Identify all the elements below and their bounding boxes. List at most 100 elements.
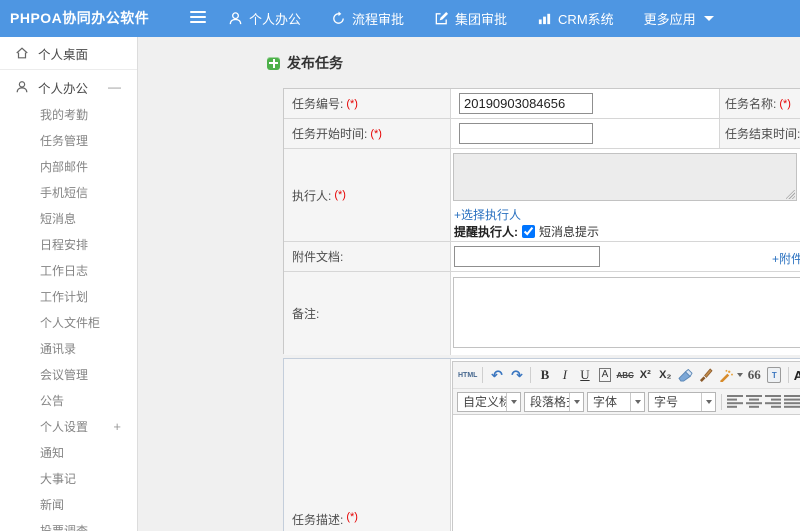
sidebar-item-short-message[interactable]: 短消息 (0, 206, 137, 232)
sidebar-item-file-cabinet[interactable]: 个人文件柜 (0, 310, 137, 336)
sidebar-item-meeting[interactable]: 会议管理 (0, 362, 137, 388)
sidebar-item-mobile-sms[interactable]: 手机短信 (0, 180, 137, 206)
sidebar-item-work-plan[interactable]: 工作计划 (0, 284, 137, 310)
font-style-button[interactable]: A (596, 365, 613, 385)
home-icon (15, 46, 29, 60)
sidebar-item-desktop[interactable]: 个人桌面 (0, 37, 137, 70)
page-title: 发布任务 (287, 55, 343, 71)
remind-executor-row: 提醒执行人: 短消息提示 (454, 223, 599, 240)
toolbar-separator (721, 393, 722, 410)
remark-field-cell (451, 272, 800, 355)
nav-more-apps[interactable]: 更多应用 (644, 9, 714, 28)
nav-label: CRM系统 (558, 12, 614, 27)
start-time-label-cell: 任务开始时间: (*) (284, 119, 451, 148)
attachment-input[interactable] (454, 246, 600, 267)
task-form-table: 任务编号: (*) 任务名称: (*) 任务开始时间: (*) 任务结束时间: (283, 88, 800, 355)
sidebar-item-work-log[interactable]: 工作日志 (0, 258, 137, 284)
editor-content-area[interactable] (453, 415, 800, 531)
font-family-select[interactable]: 字体 (587, 391, 645, 412)
caret-down-icon (569, 392, 583, 411)
sidebar-item-personal-office[interactable]: 个人办公 — (0, 72, 137, 102)
undo-icon[interactable]: ↶ (488, 365, 505, 385)
sidebar-item-internal-mail[interactable]: 内部邮件 (0, 154, 137, 180)
nav-personal-office[interactable]: 个人办公 (228, 9, 301, 28)
sms-remind-checkbox[interactable] (522, 225, 535, 238)
sidebar-item-task-management[interactable]: 任务管理 (0, 128, 137, 154)
caret-down-icon (630, 392, 644, 411)
bar-chart-icon (537, 11, 552, 26)
bold-button[interactable]: B (536, 365, 553, 385)
menu-toggle-icon[interactable] (190, 11, 206, 25)
remark-label-cell: 备注: (284, 272, 451, 355)
caret-down-icon (506, 392, 520, 411)
attachment-upload-link[interactable]: +附件上传 (772, 250, 800, 267)
align-justify-icon[interactable] (784, 395, 800, 408)
sidebar-item-label: 个人办公 (38, 81, 89, 96)
top-navigation: 个人办公 流程审批 集团审批 CRM系统 更多应用 (228, 0, 714, 37)
remark-textarea[interactable] (453, 277, 800, 348)
remark-label: 备注: (292, 307, 320, 321)
attachment-label-cell: 附件文档: (284, 242, 451, 271)
nav-group-approval[interactable]: 集团审批 (434, 9, 507, 28)
remove-format-icon[interactable] (677, 365, 694, 385)
sidebar-item-attendance[interactable]: 我的考勤 (0, 102, 137, 128)
expand-icon[interactable]: + (113, 414, 121, 440)
resize-handle[interactable] (786, 190, 795, 199)
executor-field-cell: +选择执行人 提醒执行人: 短消息提示 (451, 149, 800, 241)
align-right-icon[interactable] (765, 395, 781, 408)
sidebar-item-announcement[interactable]: 公告 (0, 388, 137, 414)
format-brush-icon[interactable] (697, 365, 714, 385)
task-name-label-cell: 任务名称: (*) (719, 89, 800, 118)
nav-crm-system[interactable]: CRM系统 (537, 9, 614, 28)
blockquote-button[interactable]: 66 (746, 365, 763, 385)
form-row-start-time: 任务开始时间: (*) 任务结束时间: (*) (284, 119, 800, 149)
strikethrough-button[interactable]: ABC (616, 365, 633, 385)
source-code-button[interactable]: HTML (458, 365, 477, 385)
quick-format-icon[interactable] (717, 365, 734, 385)
paste-text-icon[interactable]: T (766, 365, 783, 385)
caret-down-icon[interactable] (736, 373, 743, 377)
toolbar-separator (787, 367, 789, 383)
paragraph-format-select[interactable]: 段落格式 (524, 391, 584, 412)
description-label-cell: 任务描述: (*) (284, 359, 451, 531)
sidebar-item-contacts[interactable]: 通讯录 (0, 336, 137, 362)
sidebar-item-schedule[interactable]: 日程安排 (0, 232, 137, 258)
start-time-input[interactable] (459, 123, 593, 144)
collapse-icon[interactable]: — (108, 80, 121, 95)
sidebar-item-personal-settings[interactable]: 个人设置 + (0, 414, 137, 440)
align-left-icon[interactable] (727, 395, 743, 408)
sidebar-item-news[interactable]: 新闻 (0, 492, 137, 518)
edit-square-icon (434, 11, 449, 26)
nav-label: 更多应用 (643, 12, 696, 27)
underline-button[interactable]: U (576, 365, 593, 385)
user-icon (228, 11, 243, 26)
redo-icon[interactable]: ↷ (508, 365, 525, 385)
choose-executor-link[interactable]: +选择执行人 (454, 206, 521, 223)
required-mark: (*) (370, 127, 382, 140)
attachment-field-cell: +附件上传 (451, 242, 800, 271)
font-color-button[interactable]: A (794, 365, 800, 385)
task-no-field-cell (451, 89, 719, 118)
heading-select[interactable]: 自定义标题 (457, 391, 521, 412)
executor-textarea[interactable] (453, 153, 797, 201)
start-time-field-cell (451, 119, 719, 148)
app-logo: PHPOA协同办公软件 (10, 10, 150, 26)
executor-label-cell: 执行人: (*) (284, 149, 451, 241)
sidebar-item-notification[interactable]: 通知 (0, 440, 137, 466)
required-mark: (*) (779, 97, 791, 110)
sidebar-item-partial[interactable]: 投票调查 (0, 518, 137, 531)
sidebar-item-events[interactable]: 大事记 (0, 466, 137, 492)
superscript-button[interactable]: X² (637, 365, 654, 385)
form-row-executor: 执行人: (*) +选择执行人 提醒执行人: 短消息提示 (284, 149, 800, 242)
align-center-icon[interactable] (746, 395, 762, 408)
nav-process-approval[interactable]: 流程审批 (331, 9, 404, 28)
task-no-input[interactable] (459, 93, 593, 114)
nav-label: 个人办公 (249, 12, 302, 27)
description-label: 任务描述: (292, 513, 344, 527)
remind-label: 提醒执行人: (454, 225, 518, 239)
end-time-label-cell: 任务结束时间: (*) (719, 119, 800, 148)
font-size-select[interactable]: 字号 (648, 391, 716, 412)
subscript-button[interactable]: X₂ (657, 365, 674, 385)
caret-down-icon (701, 392, 715, 411)
italic-button[interactable]: I (556, 365, 573, 385)
